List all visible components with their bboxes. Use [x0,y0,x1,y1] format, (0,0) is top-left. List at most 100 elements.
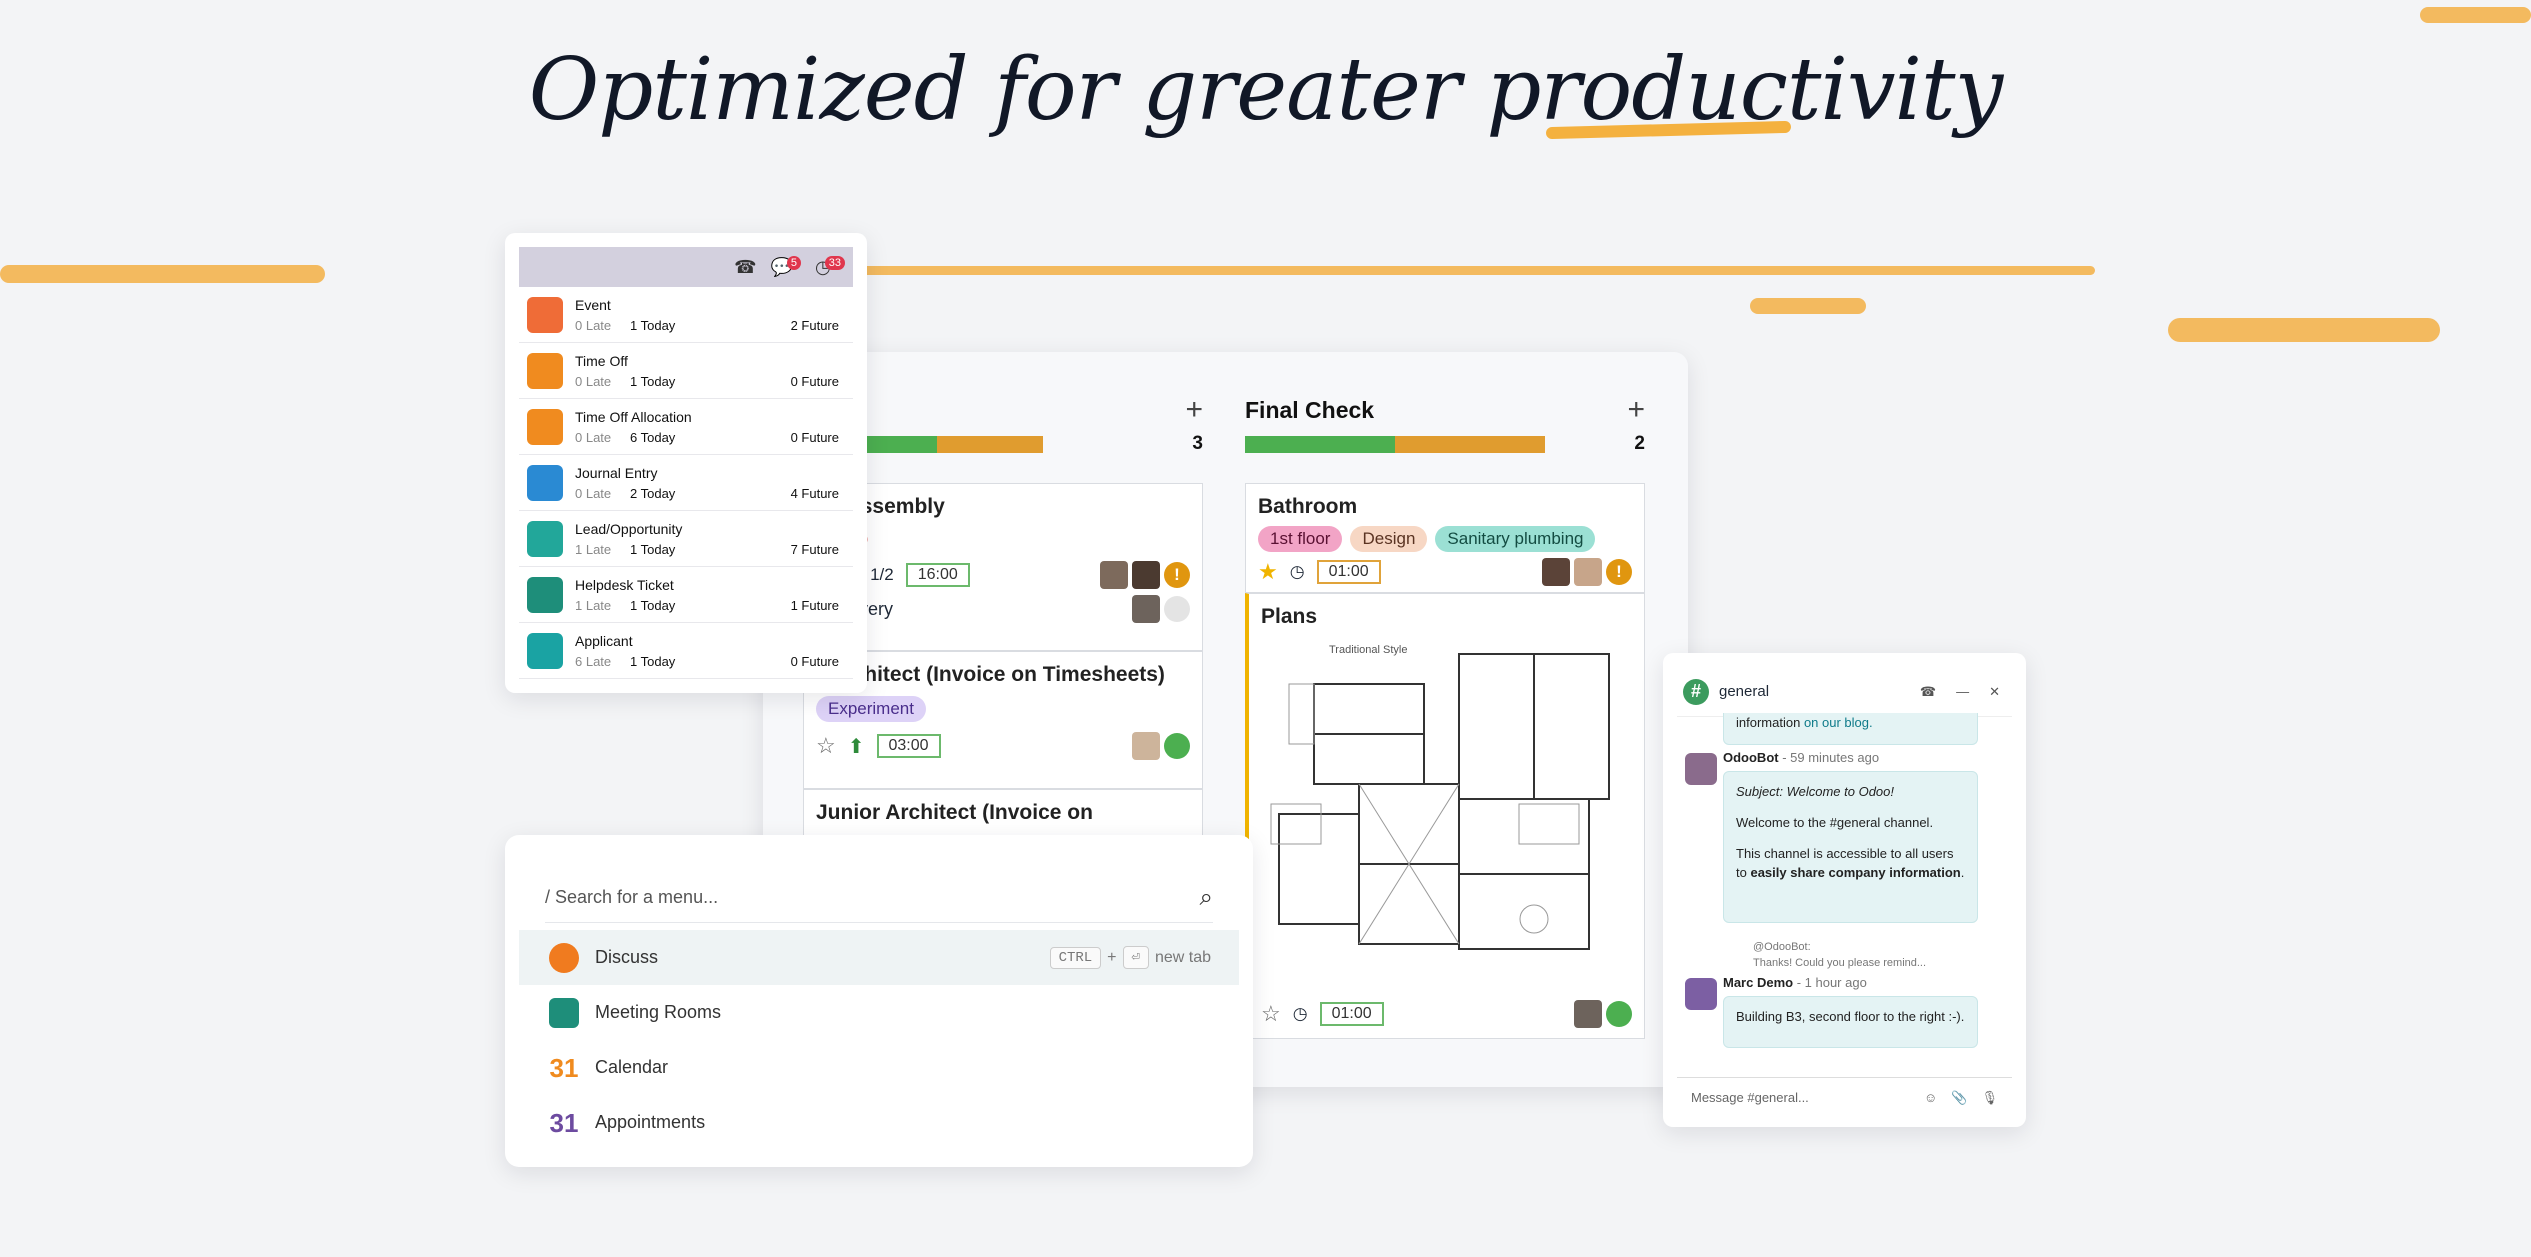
minimize-icon[interactable]: — [1956,684,1969,700]
phone-icon[interactable]: ☎ [1920,684,1936,700]
star-icon[interactable]: ☆ [816,733,836,759]
channel-hash-icon: # [1683,678,1709,705]
status-dot[interactable] [1164,596,1190,622]
activity-item[interactable]: Journal Entry 0 Late 2 Today 4 Future [519,455,853,511]
attachment-icon[interactable]: 📎 [1951,1090,1967,1106]
card-title: Plans [1261,605,1318,628]
today-count[interactable]: 1 Today [630,542,791,557]
column-title: Final Check [1245,396,1375,423]
avatar[interactable] [1132,561,1160,589]
time-allocated: 01:00 [1319,1002,1384,1026]
chat-icon[interactable]: 💬5 [770,255,802,278]
activity-item[interactable]: Lead/Opportunity 1 Late 1 Today 7 Future [519,511,853,567]
message-input[interactable]: Message #general... ☺ 📎 🎙 [1677,1077,2012,1117]
late-count[interactable]: 1 Late [575,542,630,557]
appointments-app-icon: 31 [549,1107,579,1138]
star-icon[interactable]: ★ [1258,559,1278,585]
activity-name: Lead/Opportunity [575,520,683,537]
add-card-button[interactable]: + [1185,393,1203,427]
activity-item[interactable]: Helpdesk Ticket 1 Late 1 Today 1 Future [519,567,853,623]
activity-name: Journal Entry [575,464,658,481]
avatar[interactable] [1100,561,1128,589]
time-off-icon [527,352,563,389]
warning-icon[interactable]: ! [1164,562,1190,588]
menu-item-discuss[interactable]: Discuss CTRL + ⏎ new tab [519,930,1239,985]
discuss-app-icon [549,942,579,973]
message-bubble: information on our blog. [1723,713,1978,745]
reply-author: @OdooBot: [1753,941,1811,953]
emoji-icon[interactable]: ☺ [1924,1090,1937,1106]
message-text: Building B3, second floor to the right :… [1736,1009,1965,1024]
message-meta: OdooBot - 59 minutes ago [1723,750,1879,765]
decor-stroke-long [860,266,2095,275]
microphone-icon[interactable]: 🎙 [1981,1090,1998,1106]
kanban-card[interactable]: Plans Traditional Style ☆ ◷ 01:00 [1245,593,1645,1039]
search-icon[interactable]: ⌕ [1200,884,1213,912]
star-icon[interactable]: ☆ [1261,1001,1281,1027]
column-progress-bar[interactable] [1245,435,1545,453]
menu-item-calendar[interactable]: 31 Calendar [519,1040,1239,1095]
odoobot-avatar [1685,753,1717,785]
search-input[interactable]: / Search for a menu... ⌕ [545,873,1213,923]
avatar[interactable] [1574,558,1602,586]
message-placeholder: Message #general... [1691,1090,1809,1105]
menu-item-appointments[interactable]: 31 Appointments [519,1095,1239,1150]
avatar[interactable] [1132,595,1160,623]
future-count[interactable]: 0 Future [791,430,853,445]
avatar[interactable] [1542,558,1570,586]
late-count[interactable]: 0 Late [575,430,630,445]
message-meta: Marc Demo - 1 hour ago [1723,975,1867,990]
future-count[interactable]: 4 Future [791,486,853,501]
future-count[interactable]: 0 Future [791,654,853,669]
activity-item[interactable]: Applicant 6 Late 1 Today 0 Future [519,623,853,679]
status-dot[interactable] [1164,733,1190,759]
ctrl-key: CTRL [1049,946,1102,969]
time-allocated: 03:00 [876,734,941,758]
activity-clock-icon[interactable]: ◷33 [815,255,845,278]
decor-stroke-mid [1750,298,1866,314]
kanban-card[interactable]: Bathroom 1st floor Design Sanitary plumb… [1245,483,1645,593]
today-count[interactable]: 1 Today [630,318,791,333]
future-count[interactable]: 7 Future [791,542,853,557]
close-icon[interactable]: ✕ [1989,684,2000,700]
late-count[interactable]: 1 Late [575,598,630,613]
activity-item[interactable]: Time Off Allocation 0 Late 6 Today 0 Future [519,399,853,455]
late-count[interactable]: 0 Late [575,486,630,501]
today-count[interactable]: 1 Today [630,598,791,613]
status-dot[interactable] [1606,1001,1632,1027]
warning-icon[interactable]: ! [1606,559,1632,585]
future-count[interactable]: 0 Future [791,374,853,389]
time-allocated: 16:00 [905,563,970,587]
phone-icon[interactable]: ☎ [734,257,756,278]
menu-item-meeting-rooms[interactable]: Meeting Rooms [519,985,1239,1040]
late-count[interactable]: 0 Late [575,374,630,389]
floor-plan-image: Traditional Style [1269,644,1639,964]
upload-icon[interactable]: ⬆ [848,734,865,759]
avatar[interactable] [1132,732,1160,760]
activity-badge: 33 [824,255,845,270]
command-palette: / Search for a menu... ⌕ Discuss CTRL + … [505,835,1253,1167]
today-count[interactable]: 6 Today [630,430,791,445]
activity-item[interactable]: Time Off 0 Late 1 Today 0 Future [519,343,853,399]
today-count[interactable]: 1 Today [630,374,791,389]
clock-icon[interactable]: ◷ [1293,1004,1308,1024]
avatar[interactable] [1574,1000,1602,1028]
systray-bar: ☎ 💬5 ◷33 [519,247,853,287]
card-tag: 1st floor [1258,526,1343,552]
activity-menu: ☎ 💬5 ◷33 Event 0 Late 1 Today 2 Future Time … [505,233,867,693]
today-count[interactable]: 1 Today [630,654,791,669]
clock-icon[interactable]: ◷ [1290,562,1305,582]
future-count[interactable]: 2 Future [791,318,853,333]
headline-part1: Optimized for greater [528,40,1461,140]
add-card-button[interactable]: + [1627,393,1645,427]
blog-link[interactable]: on our blog. [1804,715,1873,730]
future-count[interactable]: 1 Future [791,598,853,613]
activity-item[interactable]: Event 0 Late 1 Today 2 Future [519,287,853,343]
enter-key: ⏎ [1122,946,1149,969]
late-count[interactable]: 0 Late [575,318,630,333]
helpdesk-icon [527,576,563,613]
late-count[interactable]: 6 Late [575,654,630,669]
activity-name: Helpdesk Ticket [575,576,674,593]
today-count[interactable]: 2 Today [630,486,791,501]
message-time: - 1 hour ago [1796,975,1867,990]
